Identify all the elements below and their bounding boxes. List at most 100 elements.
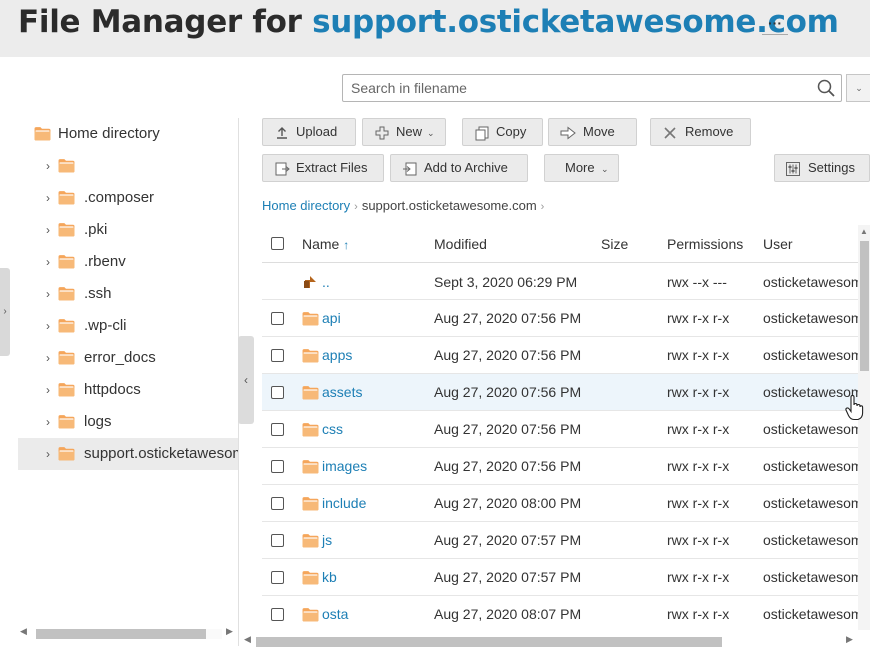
- file-name-link[interactable]: js: [322, 532, 332, 548]
- tree-item[interactable]: › httpdocs: [18, 374, 238, 406]
- file-name-link[interactable]: ..: [322, 274, 330, 290]
- title-domain: support.osticketawesome.com: [312, 4, 839, 40]
- scroll-left-arrow-icon[interactable]: ◀: [244, 634, 251, 645]
- expand-left-handle[interactable]: ›: [0, 268, 10, 356]
- parent-directory-icon: [304, 276, 316, 288]
- column-name-header[interactable]: Name ↑: [302, 236, 349, 252]
- tree-item[interactable]: › error_docs: [18, 342, 238, 374]
- user-cell: osticketawesome: [763, 310, 858, 326]
- file-name-link[interactable]: api: [322, 310, 341, 326]
- chevron-right-icon[interactable]: ›: [46, 287, 58, 301]
- tree-item-label: httpdocs: [84, 381, 141, 398]
- folder-icon: [58, 382, 75, 397]
- chevron-right-icon[interactable]: ›: [46, 159, 58, 173]
- tree-item[interactable]: › .rbenv: [18, 246, 238, 278]
- scroll-right-arrow-icon[interactable]: ▶: [846, 634, 853, 645]
- row-checkbox[interactable]: [271, 460, 284, 473]
- column-user-header[interactable]: User: [763, 236, 793, 252]
- table-row[interactable]: include Aug 27, 2020 08:00 PM rwx r-x r-…: [262, 485, 858, 522]
- table-row-hovered[interactable]: assets Aug 27, 2020 07:56 PM rwx r-x r-x…: [262, 374, 858, 411]
- table-vertical-scrollbar[interactable]: ▲: [858, 225, 870, 630]
- row-checkbox[interactable]: [271, 423, 284, 436]
- scroll-left-arrow-icon[interactable]: ◀: [20, 626, 27, 637]
- column-permissions-header[interactable]: Permissions: [667, 236, 743, 252]
- file-name-link[interactable]: apps: [322, 347, 352, 363]
- modified-cell: Aug 27, 2020 07:56 PM: [434, 384, 582, 400]
- search-icon[interactable]: [817, 79, 835, 97]
- chevron-right-icon[interactable]: ›: [46, 191, 58, 205]
- table-row[interactable]: images Aug 27, 2020 07:56 PM rwx r-x r-x…: [262, 448, 858, 485]
- search-input[interactable]: [343, 75, 803, 101]
- tree-item[interactable]: › .wp-cli: [18, 310, 238, 342]
- table-row[interactable]: kb Aug 27, 2020 07:57 PM rwx r-x r-x ost…: [262, 559, 858, 596]
- file-name-link[interactable]: kb: [322, 569, 337, 585]
- file-name-link[interactable]: images: [322, 458, 367, 474]
- table-row[interactable]: js Aug 27, 2020 07:57 PM rwx r-x r-x ost…: [262, 522, 858, 559]
- table-row-parent[interactable]: .. Sept 3, 2020 06:29 PM rwx --x --- ost…: [262, 263, 858, 300]
- title-prefix: File Manager for: [18, 4, 313, 40]
- row-checkbox[interactable]: [271, 497, 284, 510]
- tree-horizontal-scrollbar[interactable]: ◀ ▶: [18, 626, 238, 640]
- scroll-thumb[interactable]: [860, 241, 869, 371]
- select-all-checkbox[interactable]: [271, 237, 284, 250]
- chevron-right-icon[interactable]: ›: [46, 415, 58, 429]
- row-checkbox[interactable]: [271, 386, 284, 399]
- scroll-thumb[interactable]: [256, 637, 722, 647]
- tree-root-home[interactable]: Home directory: [18, 118, 238, 150]
- extract-files-button[interactable]: Extract Files: [262, 154, 384, 182]
- breadcrumb-home-link[interactable]: Home directory: [262, 198, 350, 213]
- search-options-button[interactable]: ⌄: [846, 74, 870, 102]
- more-actions-button[interactable]: ···: [762, 15, 788, 35]
- permissions-cell: rwx r-x r-x: [667, 310, 730, 326]
- tree-item[interactable]: › .pki: [18, 214, 238, 246]
- file-name-link[interactable]: osta: [322, 606, 348, 622]
- more-button[interactable]: More ⌄: [544, 154, 619, 182]
- column-size-header[interactable]: Size: [601, 236, 628, 252]
- tree-item[interactable]: › .composer: [18, 182, 238, 214]
- search-box: [342, 74, 842, 102]
- chevron-right-icon[interactable]: ›: [46, 223, 58, 237]
- more-label: More: [565, 160, 595, 175]
- table-horizontal-scrollbar[interactable]: ◀ ▶: [240, 634, 858, 648]
- settings-button[interactable]: Settings: [774, 154, 870, 182]
- modified-cell: Aug 27, 2020 07:56 PM: [434, 421, 582, 437]
- chevron-right-icon[interactable]: ›: [46, 383, 58, 397]
- scroll-up-arrow-icon[interactable]: ▲: [860, 227, 868, 236]
- chevron-right-icon[interactable]: ›: [46, 319, 58, 333]
- chevron-right-icon[interactable]: ›: [46, 255, 58, 269]
- upload-button[interactable]: Upload: [262, 118, 356, 146]
- table-row[interactable]: apps Aug 27, 2020 07:56 PM rwx r-x r-x o…: [262, 337, 858, 374]
- file-name-link[interactable]: css: [322, 421, 343, 437]
- table-row[interactable]: css Aug 27, 2020 07:56 PM rwx r-x r-x os…: [262, 411, 858, 448]
- row-checkbox[interactable]: [271, 349, 284, 362]
- remove-button[interactable]: Remove: [650, 118, 751, 146]
- add-to-archive-button[interactable]: Add to Archive: [390, 154, 528, 182]
- new-button[interactable]: New ⌄: [362, 118, 446, 146]
- tree-item[interactable]: › logs: [18, 406, 238, 438]
- scroll-thumb[interactable]: [36, 629, 206, 639]
- scroll-right-arrow-icon[interactable]: ▶: [226, 626, 233, 637]
- folder-icon: [34, 126, 51, 141]
- chevron-right-icon[interactable]: ›: [46, 447, 58, 461]
- remove-label: Remove: [685, 124, 734, 139]
- row-checkbox[interactable]: [271, 571, 284, 584]
- move-arrow-icon: [560, 126, 576, 140]
- file-name-link[interactable]: include: [322, 495, 366, 511]
- row-checkbox[interactable]: [271, 534, 284, 547]
- file-name-link[interactable]: assets: [322, 384, 362, 400]
- user-cell: osticketawesome: [763, 421, 858, 437]
- chevron-right-icon[interactable]: ›: [46, 351, 58, 365]
- tree-item-selected[interactable]: › support.osticketawesome.com: [18, 438, 238, 470]
- column-modified-header[interactable]: Modified: [434, 236, 487, 252]
- collapse-tree-button[interactable]: ‹: [238, 336, 254, 424]
- table-row[interactable]: osta Aug 27, 2020 08:07 PM rwx r-x r-x o…: [262, 596, 858, 630]
- extract-icon: [275, 162, 290, 176]
- row-checkbox[interactable]: [271, 608, 284, 621]
- move-button[interactable]: Move: [548, 118, 637, 146]
- row-checkbox[interactable]: [271, 312, 284, 325]
- copy-button[interactable]: Copy: [462, 118, 543, 146]
- tree-item[interactable]: ›: [18, 150, 238, 182]
- tree-item[interactable]: › .ssh: [18, 278, 238, 310]
- table-row[interactable]: api Aug 27, 2020 07:56 PM rwx r-x r-x os…: [262, 300, 858, 337]
- permissions-cell: rwx r-x r-x: [667, 421, 730, 437]
